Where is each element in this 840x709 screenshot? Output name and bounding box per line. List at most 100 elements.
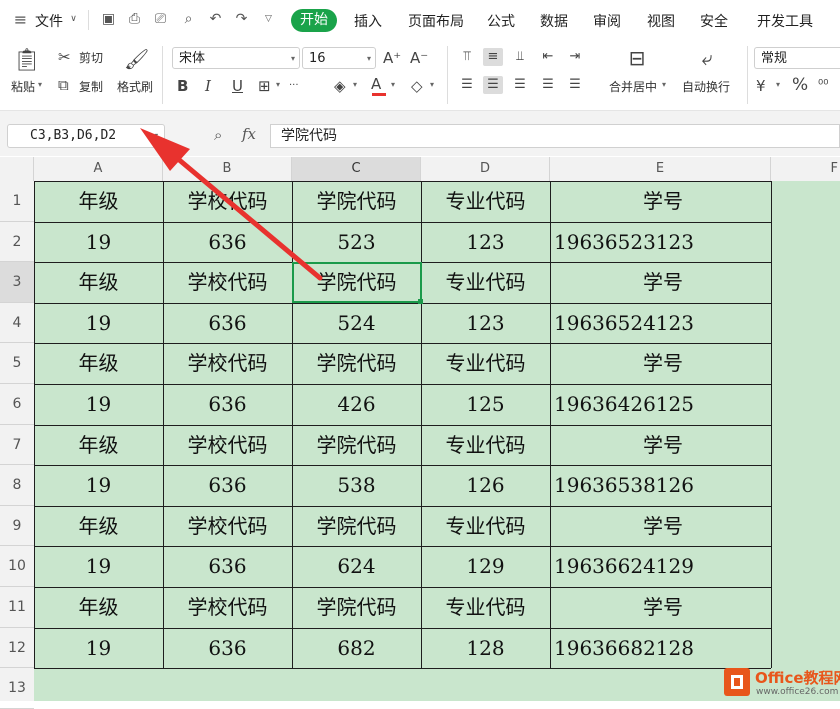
row-header-9[interactable]: 9 bbox=[0, 506, 34, 547]
row-header-13[interactable]: 13 bbox=[0, 668, 34, 709]
cell-d6[interactable]: 125 bbox=[421, 384, 550, 425]
select-all-corner[interactable] bbox=[0, 157, 34, 181]
cell-d11[interactable]: 专业代码 bbox=[421, 587, 550, 628]
align-left-icon[interactable]: ☰ bbox=[457, 76, 477, 94]
paste-dropdown-icon[interactable]: ▾ bbox=[38, 80, 42, 89]
export-pdf-icon[interactable]: ⎙ bbox=[126, 11, 143, 28]
decrease-indent-icon[interactable]: ⇤ bbox=[538, 48, 558, 66]
print-icon[interactable]: ⎚ bbox=[152, 11, 169, 28]
cell-d7[interactable]: 专业代码 bbox=[421, 425, 550, 466]
cell-a11[interactable]: 年级 bbox=[34, 587, 163, 628]
cell-a3[interactable]: 年级 bbox=[34, 262, 163, 303]
customize-toolbar-icon[interactable]: ▽ bbox=[260, 11, 277, 28]
align-middle-icon[interactable]: ≡ bbox=[483, 48, 503, 66]
save-icon[interactable]: ▣ bbox=[100, 11, 117, 28]
cell-e4[interactable]: 19636524123 bbox=[550, 303, 771, 344]
cell-c6[interactable]: 426 bbox=[292, 384, 421, 425]
cell-b2[interactable]: 636 bbox=[163, 222, 292, 263]
cell-b5[interactable]: 学校代码 bbox=[163, 343, 292, 384]
format-painter-icon[interactable]: 🖌︎ bbox=[124, 46, 149, 72]
column-header-b[interactable]: B bbox=[163, 157, 292, 181]
align-top-icon[interactable]: ⫪ bbox=[457, 48, 477, 66]
row-header-10[interactable]: 10 bbox=[0, 546, 34, 587]
borders-icon[interactable]: ⊞ bbox=[258, 77, 271, 95]
copy-icon[interactable]: ⧉ bbox=[58, 76, 69, 94]
hamburger-menu-icon[interactable]: ≡ bbox=[12, 11, 29, 28]
chevron-down-icon[interactable]: ∨ bbox=[65, 11, 82, 28]
cell-d10[interactable]: 129 bbox=[421, 546, 550, 587]
cell-a9[interactable]: 年级 bbox=[34, 506, 163, 547]
cell-d8[interactable]: 126 bbox=[421, 465, 550, 506]
column-header-a[interactable]: A bbox=[34, 157, 163, 181]
scissors-icon[interactable]: ✂ bbox=[58, 48, 71, 66]
cell-e2[interactable]: 19636523123 bbox=[550, 222, 771, 263]
cell-b7[interactable]: 学校代码 bbox=[163, 425, 292, 466]
column-header-d[interactable]: D bbox=[421, 157, 550, 181]
chevron-down-icon[interactable]: ▾ bbox=[391, 80, 395, 89]
decrease-font-icon[interactable]: A⁻ bbox=[410, 49, 428, 67]
cell-c10[interactable]: 624 bbox=[292, 546, 421, 587]
row-header-2[interactable]: 2 bbox=[0, 222, 34, 263]
tab-page-layout[interactable]: 页面布局 bbox=[408, 11, 464, 31]
eraser-icon[interactable]: ◇ bbox=[411, 77, 423, 95]
cell-b10[interactable]: 636 bbox=[163, 546, 292, 587]
column-header-e[interactable]: E bbox=[550, 157, 771, 181]
justify-icon[interactable]: ☰ bbox=[538, 76, 558, 94]
chevron-down-icon[interactable]: ▾ bbox=[430, 80, 434, 89]
cell-c2[interactable]: 523 bbox=[292, 222, 421, 263]
cell-c7[interactable]: 学院代码 bbox=[292, 425, 421, 466]
cell-b6[interactable]: 636 bbox=[163, 384, 292, 425]
cell-b1[interactable]: 学校代码 bbox=[163, 181, 292, 222]
cell-a4[interactable]: 19 bbox=[34, 303, 163, 344]
bold-button[interactable]: B bbox=[177, 77, 188, 95]
cell-b4[interactable]: 636 bbox=[163, 303, 292, 344]
cell-a10[interactable]: 19 bbox=[34, 546, 163, 587]
chevron-down-icon[interactable]: ▾ bbox=[154, 125, 159, 147]
cell-e12[interactable]: 19636682128 bbox=[550, 628, 771, 669]
cell-a12[interactable]: 19 bbox=[34, 628, 163, 669]
cell-c5[interactable]: 学院代码 bbox=[292, 343, 421, 384]
percent-button[interactable]: % bbox=[792, 76, 808, 94]
row-header-1[interactable]: 1 bbox=[0, 181, 34, 222]
name-box[interactable]: C3,B3,D6,D2 ▾ bbox=[7, 124, 165, 148]
zoom-lookup-icon[interactable]: ⌕ bbox=[214, 126, 222, 144]
tab-view[interactable]: 视图 bbox=[647, 11, 675, 31]
cell-a7[interactable]: 年级 bbox=[34, 425, 163, 466]
chevron-down-icon[interactable]: ▾ bbox=[776, 80, 780, 89]
chevron-down-icon[interactable]: ▾ bbox=[276, 80, 280, 89]
wrap-text-icon[interactable]: ⤶ bbox=[694, 46, 720, 70]
copy-button[interactable]: 复制 bbox=[79, 78, 103, 95]
cell-a5[interactable]: 年级 bbox=[34, 343, 163, 384]
cell-d3[interactable]: 专业代码 bbox=[421, 262, 550, 303]
more-borders-icon[interactable]: ··· bbox=[289, 77, 299, 95]
row-header-8[interactable]: 8 bbox=[0, 465, 34, 506]
align-bottom-icon[interactable]: ⫫ bbox=[510, 48, 530, 66]
undo-icon[interactable]: ↶ bbox=[207, 11, 224, 28]
row-header-5[interactable]: 5 bbox=[0, 343, 34, 384]
cell-d2[interactable]: 123 bbox=[421, 222, 550, 263]
row-header-12[interactable]: 12 bbox=[0, 628, 34, 669]
cell-c12[interactable]: 682 bbox=[292, 628, 421, 669]
thousands-separator-icon[interactable]: ⁰⁰ bbox=[818, 77, 828, 95]
font-name-select[interactable]: 宋体 ▾ bbox=[172, 47, 300, 69]
italic-button[interactable]: I bbox=[205, 77, 211, 95]
cell-c4[interactable]: 524 bbox=[292, 303, 421, 344]
cell-d9[interactable]: 专业代码 bbox=[421, 506, 550, 547]
align-center-icon[interactable]: ☰ bbox=[483, 76, 503, 94]
formula-input[interactable]: 学院代码 bbox=[270, 124, 840, 148]
row-header-7[interactable]: 7 bbox=[0, 425, 34, 466]
redo-icon[interactable]: ↷ bbox=[233, 11, 250, 28]
tab-start[interactable]: 开始 bbox=[291, 9, 337, 32]
fill-color-icon[interactable]: ◈ bbox=[334, 77, 346, 95]
paste-icon[interactable]: 📋︎ bbox=[13, 48, 41, 74]
cell-a8[interactable]: 19 bbox=[34, 465, 163, 506]
cell-b11[interactable]: 学校代码 bbox=[163, 587, 292, 628]
cell-c11[interactable]: 学院代码 bbox=[292, 587, 421, 628]
cut-button[interactable]: 剪切 bbox=[79, 49, 103, 66]
tab-data[interactable]: 数据 bbox=[540, 11, 568, 31]
distributed-icon[interactable]: ☰ bbox=[565, 76, 585, 94]
cell-c1[interactable]: 学院代码 bbox=[292, 181, 421, 222]
paste-button[interactable]: 粘贴 bbox=[11, 78, 35, 95]
tab-developer[interactable]: 开发工具 bbox=[757, 11, 813, 31]
cell-c8[interactable]: 538 bbox=[292, 465, 421, 506]
